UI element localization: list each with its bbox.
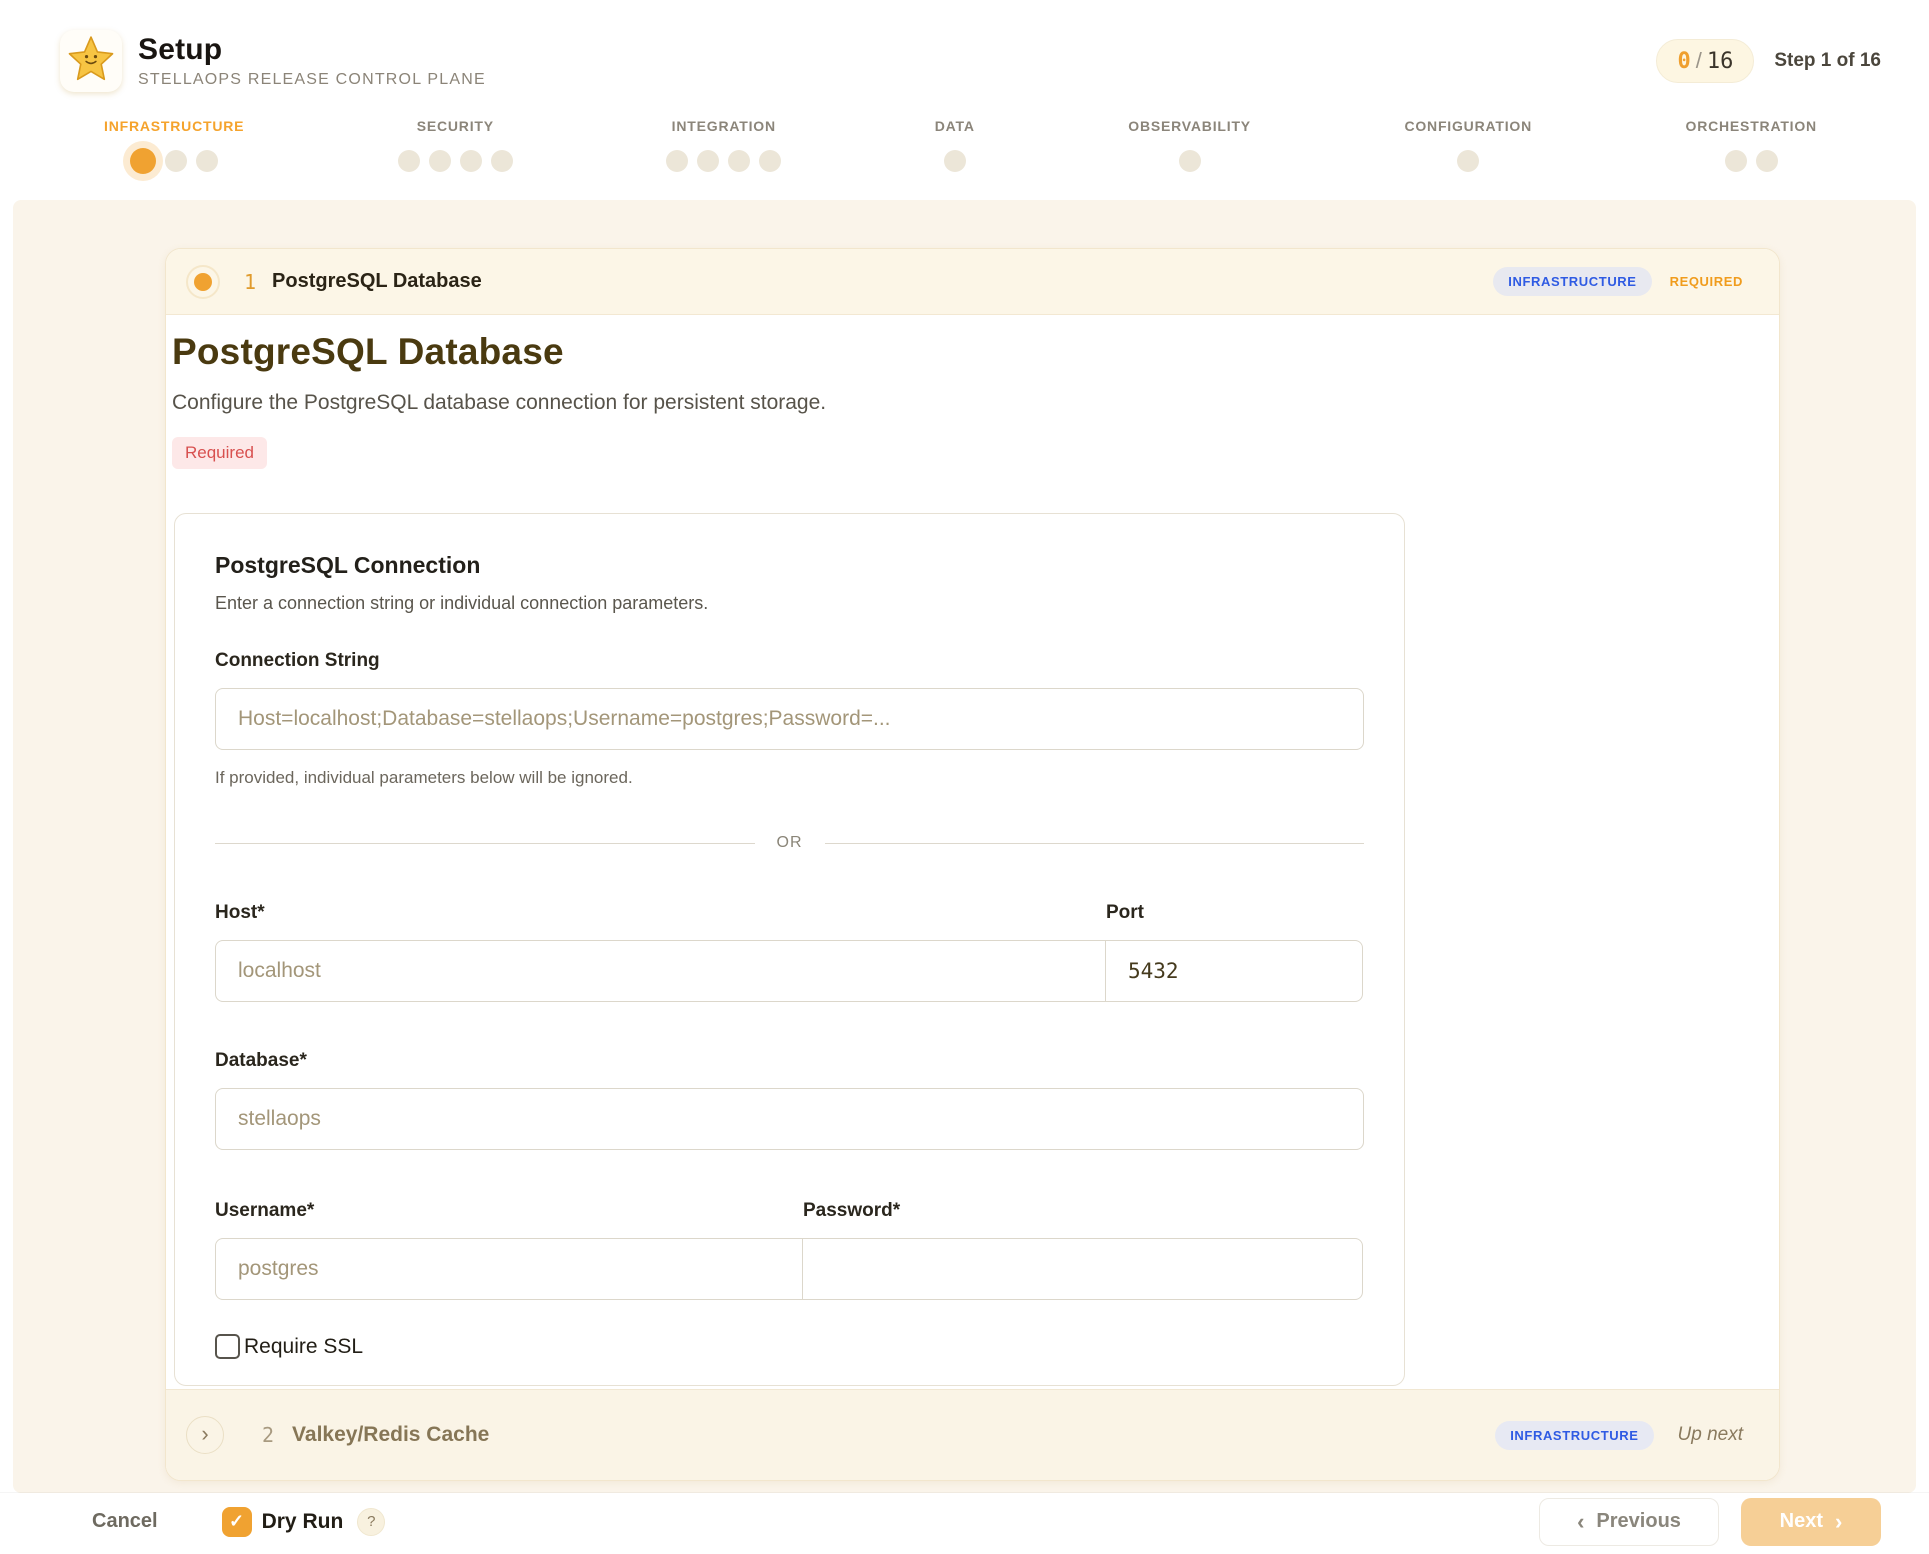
next-step-name: Valkey/Redis Cache (292, 1423, 489, 1447)
category-row: INFRASTRUCTURE SECURITY INTEGRATION DATA OBS… (0, 92, 1929, 176)
required-pill: Required (172, 437, 267, 469)
star-logo-icon (65, 33, 117, 90)
page-title: Setup (138, 33, 486, 67)
category-label: CONFIGURATION (1404, 118, 1532, 134)
category-label: SECURITY (417, 118, 494, 134)
step-dot[interactable] (697, 150, 719, 172)
chevron-right-icon: › (1835, 1509, 1842, 1535)
category-orchestration[interactable]: ORCHESTRATION (1686, 118, 1817, 176)
next-step-index: 2 (262, 1423, 274, 1447)
next-step-status: Up next (1678, 1424, 1743, 1446)
chevron-right-icon: › (201, 1421, 208, 1447)
progress-total: 16 (1707, 49, 1734, 74)
page-subtitle: STELLAOPS RELEASE CONTROL PLANE (138, 71, 486, 89)
category-observability[interactable]: OBSERVABILITY (1128, 118, 1251, 176)
username-input[interactable] (215, 1238, 803, 1300)
step-dot[interactable] (460, 150, 482, 172)
category-label: DATA (935, 118, 975, 134)
or-divider-label: OR (755, 834, 825, 852)
next-step-category-badge: INFRASTRUCTURE (1495, 1421, 1653, 1450)
dry-run-label: Dry Run (262, 1510, 344, 1534)
category-label: INTEGRATION (672, 118, 776, 134)
database-input[interactable] (215, 1088, 1364, 1150)
previous-button-label: Previous (1596, 1510, 1680, 1533)
step-index: 1 (244, 270, 256, 294)
step-dot[interactable] (1457, 150, 1479, 172)
progress-completed: 0 (1677, 49, 1690, 74)
password-label: Password* (803, 1200, 1364, 1222)
category-label: ORCHESTRATION (1686, 118, 1817, 134)
step-dot[interactable] (491, 150, 513, 172)
app-logo (60, 30, 122, 92)
category-badge: INFRASTRUCTURE (1493, 267, 1651, 296)
connection-string-input[interactable] (215, 688, 1364, 750)
cancel-button[interactable]: Cancel (92, 1510, 158, 1533)
category-label: OBSERVABILITY (1128, 118, 1251, 134)
category-label: INFRASTRUCTURE (104, 118, 244, 134)
step-dot[interactable] (165, 150, 187, 172)
step-dot[interactable] (196, 150, 218, 172)
require-ssl-label: Require SSL (244, 1335, 363, 1359)
step-dot[interactable] (429, 150, 451, 172)
port-input[interactable] (1105, 940, 1363, 1002)
category-integration[interactable]: INTEGRATION (666, 118, 781, 176)
or-divider: OR (215, 834, 1364, 852)
progress-separator: / (1696, 48, 1702, 74)
category-security[interactable]: SECURITY (398, 118, 513, 176)
next-step-row[interactable]: › 2 Valkey/Redis Cache INFRASTRUCTURE Up… (166, 1389, 1779, 1480)
step-dot[interactable] (759, 150, 781, 172)
password-input[interactable] (802, 1238, 1363, 1300)
step-dot[interactable] (1179, 150, 1201, 172)
category-infrastructure[interactable]: INFRASTRUCTURE (104, 118, 244, 176)
step-card-header[interactable]: 1 PostgreSQL Database INFRASTRUCTURE REQ… (166, 249, 1779, 315)
require-ssl-checkbox[interactable] (215, 1334, 240, 1359)
active-step-indicator-icon (186, 265, 220, 299)
progress-badge: 0 / 16 (1656, 39, 1754, 83)
wizard-footer: Cancel ✓ Dry Run ? ‹ Previous Next › (0, 1493, 1929, 1554)
step-dot[interactable] (944, 150, 966, 172)
help-icon[interactable]: ? (357, 1508, 385, 1536)
previous-button[interactable]: ‹ Previous (1539, 1498, 1719, 1546)
database-label: Database* (215, 1050, 1364, 1072)
step-dot[interactable] (666, 150, 688, 172)
step-dot[interactable] (1725, 150, 1747, 172)
next-button[interactable]: Next › (1741, 1498, 1881, 1546)
category-configuration[interactable]: CONFIGURATION (1404, 118, 1532, 176)
dry-run-toggle-group: ✓ Dry Run ? (222, 1507, 386, 1537)
check-icon: ✓ (229, 1511, 244, 1532)
required-badge: REQUIRED (1670, 274, 1743, 289)
connection-string-helper: If provided, individual parameters below… (215, 768, 1364, 788)
next-button-label: Next (1780, 1510, 1823, 1533)
host-label: Host* (215, 902, 1106, 924)
step-name: PostgreSQL Database (272, 270, 482, 293)
step-counter-label: Step 1 of 16 (1774, 50, 1881, 72)
step-title: PostgreSQL Database (172, 331, 1749, 373)
form-title: PostgreSQL Connection (215, 552, 1364, 579)
postgres-connection-form: PostgreSQL Connection Enter a connection… (174, 513, 1405, 1386)
step-dot[interactable] (398, 150, 420, 172)
step-dot[interactable] (728, 150, 750, 172)
connection-string-label: Connection String (215, 650, 1364, 672)
host-input[interactable] (215, 940, 1106, 1002)
step-dot[interactable] (1756, 150, 1778, 172)
chevron-left-icon: ‹ (1577, 1509, 1584, 1535)
app-header: Setup STELLAOPS RELEASE CONTROL PLANE 0 … (0, 0, 1929, 200)
category-data[interactable]: DATA (935, 118, 975, 176)
dry-run-checkbox[interactable]: ✓ (222, 1507, 252, 1537)
username-label: Username* (215, 1200, 803, 1222)
main-area: 1 PostgreSQL Database INFRASTRUCTURE REQ… (0, 200, 1929, 1493)
step-card: 1 PostgreSQL Database INFRASTRUCTURE REQ… (165, 248, 1780, 1481)
step-dot[interactable] (130, 148, 156, 174)
step-description: Configure the PostgreSQL database connec… (172, 391, 1749, 415)
form-subtitle: Enter a connection string or individual … (215, 593, 1364, 614)
port-label: Port (1106, 902, 1364, 924)
expand-step-button[interactable]: › (186, 1416, 224, 1454)
